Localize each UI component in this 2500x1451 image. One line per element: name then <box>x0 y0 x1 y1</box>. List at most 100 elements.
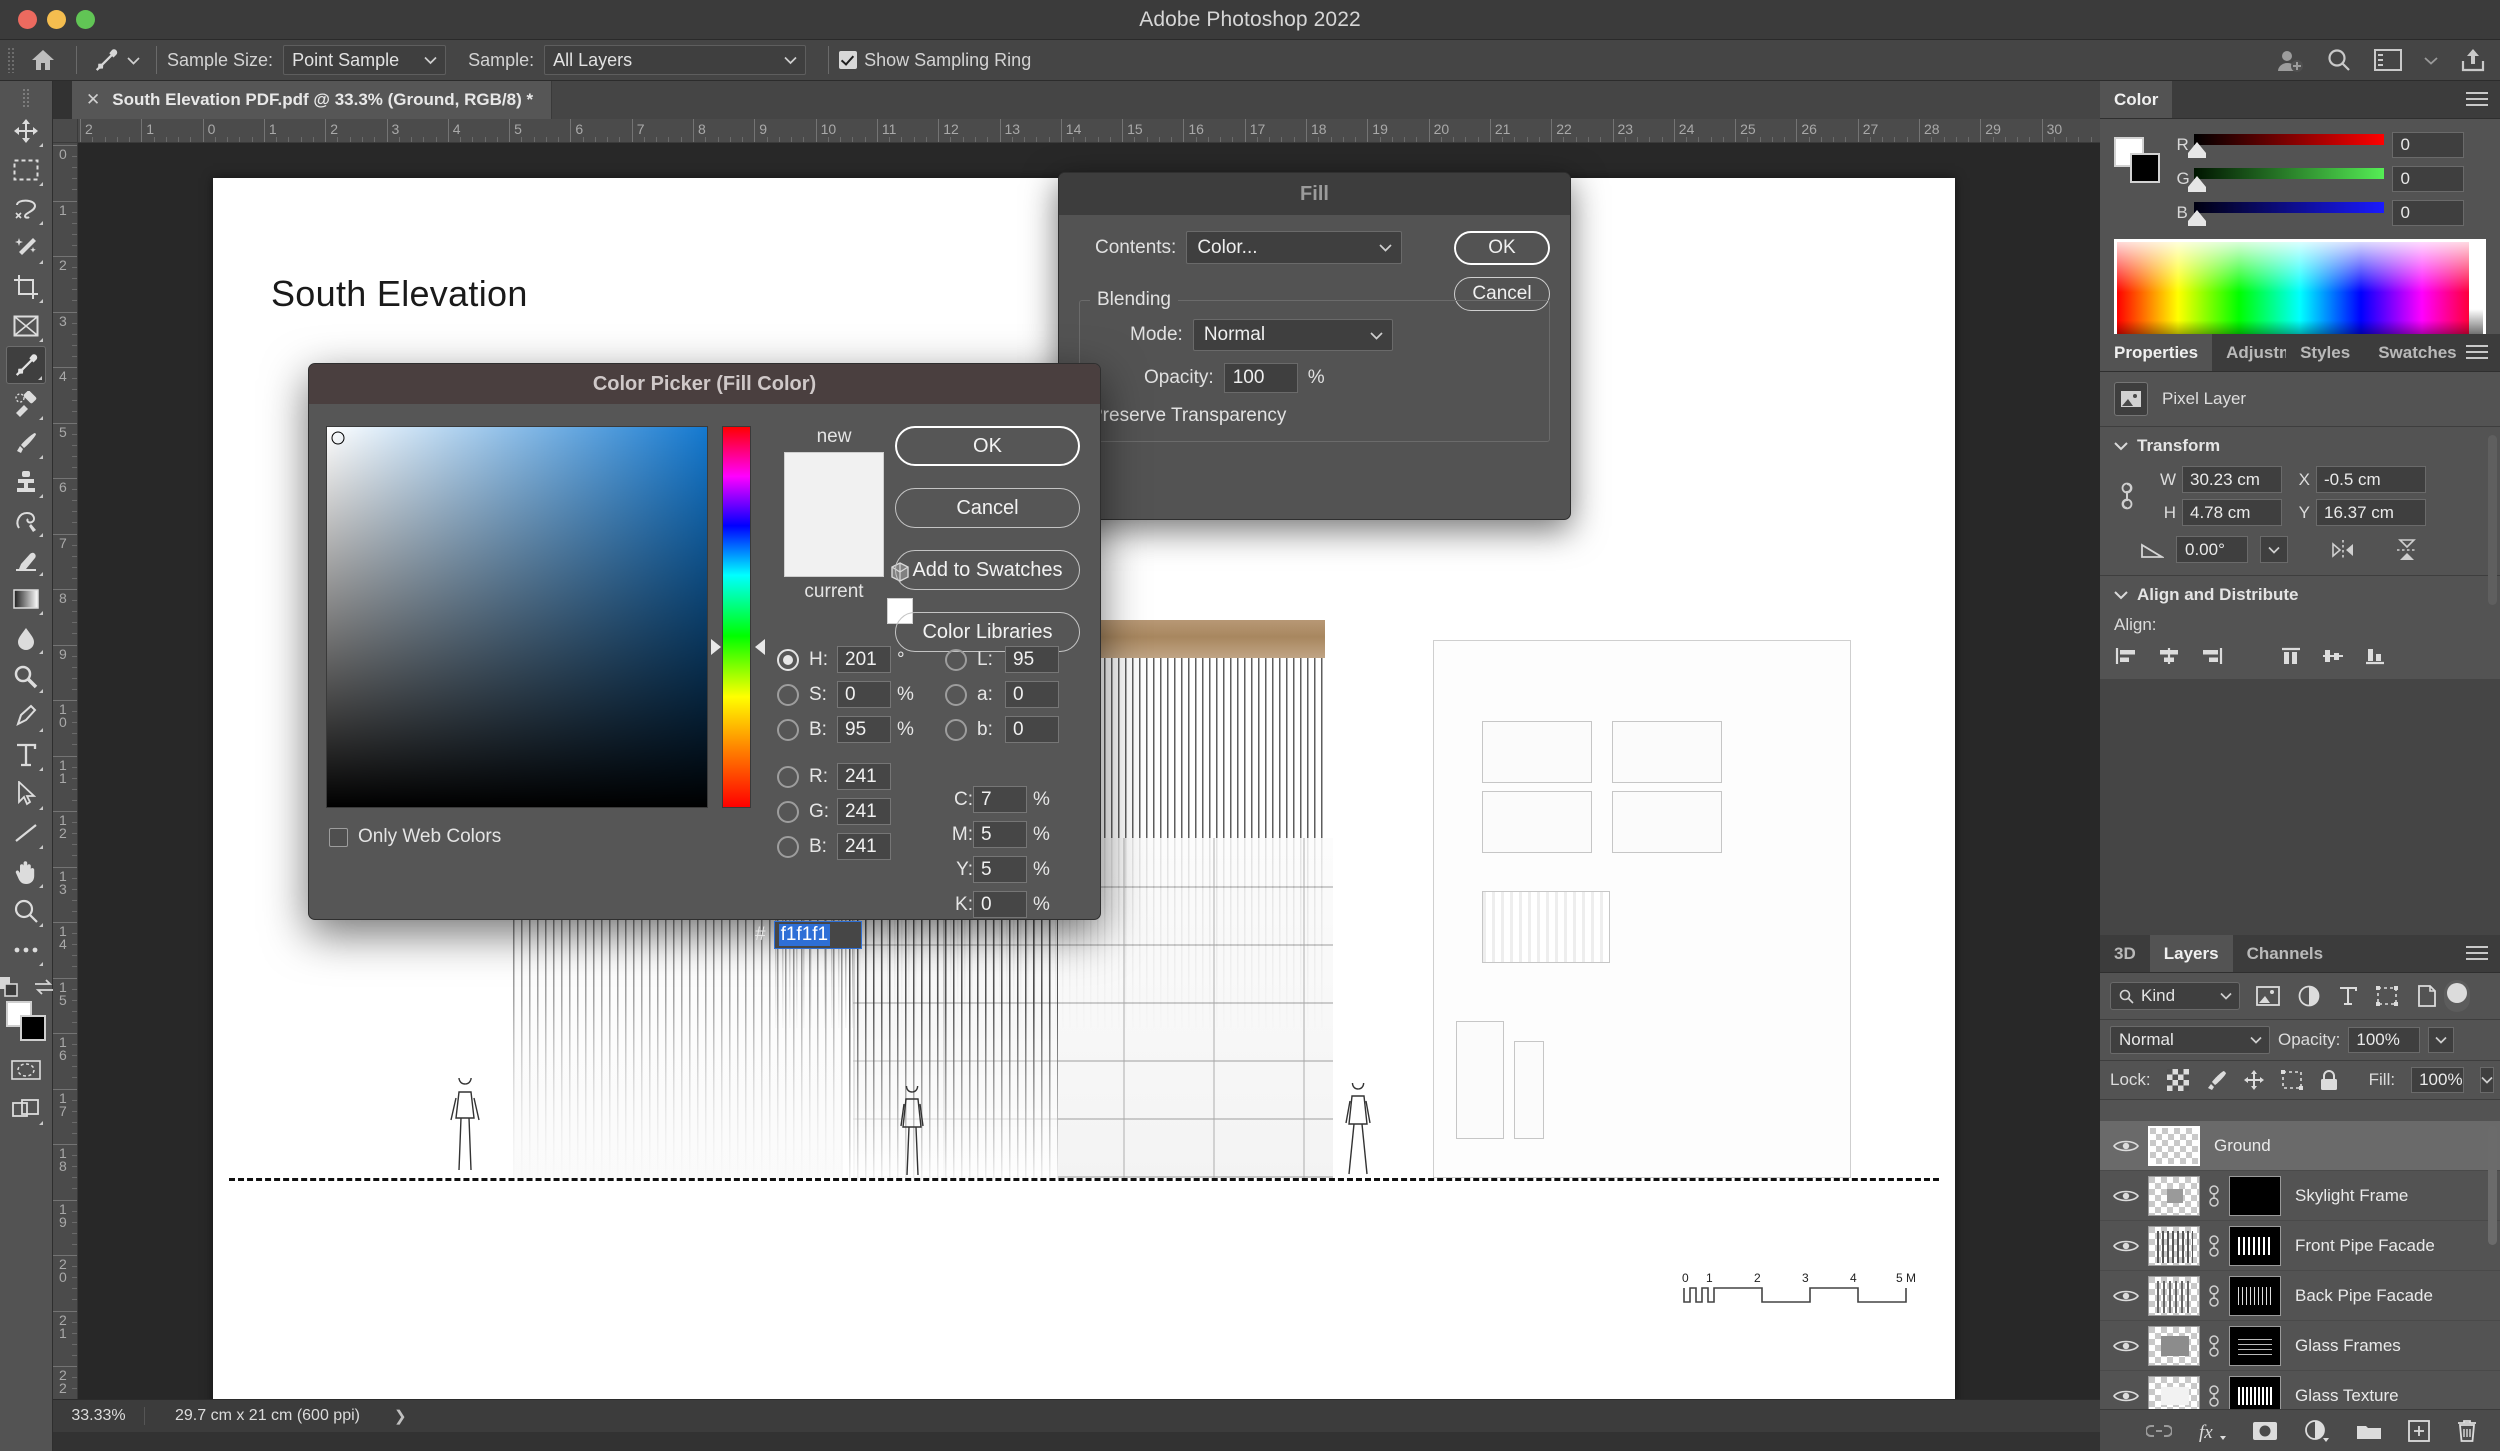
lock-transparent-pixels-icon[interactable] <box>2167 1069 2189 1091</box>
horizontal-ruler[interactable]: 2101234567891011121314151617181920212223… <box>78 119 2100 143</box>
only-web-colors-checkbox[interactable]: Only Web Colors <box>329 826 501 848</box>
channel-value-g[interactable]: 0 <box>2392 166 2464 192</box>
vertical-ruler[interactable]: 01234567891 01 11 21 31 41 51 61 71 81 9… <box>53 143 78 1399</box>
color-picker-dialog[interactable]: Color Picker (Fill Color) new current OK <box>308 363 1101 920</box>
tab-properties[interactable]: Properties <box>2100 334 2212 371</box>
color-field-input[interactable]: 7 <box>973 786 1027 813</box>
close-icon[interactable]: ✕ <box>86 90 100 110</box>
layer-row[interactable]: Ground <box>2100 1121 2500 1171</box>
quick-mask-icon[interactable] <box>6 1051 46 1089</box>
lasso-tool[interactable] <box>6 190 46 228</box>
layer-thumbnail[interactable] <box>2148 1176 2200 1216</box>
layer-mask-thumbnail[interactable] <box>2229 1376 2281 1410</box>
layer-visibility-icon[interactable] <box>2104 1188 2148 1204</box>
tab-3d[interactable]: 3D <box>2100 935 2150 972</box>
color-field-input[interactable]: 241 <box>837 763 891 790</box>
flip-vertical-icon[interactable] <box>2394 538 2420 562</box>
r-slider[interactable] <box>2194 132 2384 158</box>
channel-value-r[interactable]: 0 <box>2392 132 2464 158</box>
color-field-input[interactable]: 95 <box>1005 646 1059 673</box>
layer-mask-link-icon[interactable] <box>2205 1334 2223 1358</box>
filter-kind-select[interactable]: Kind <box>2110 982 2240 1010</box>
align-middle-vertical-icon[interactable] <box>2320 645 2346 667</box>
background-color-swatch[interactable] <box>20 1015 46 1041</box>
filter-image-icon[interactable] <box>2256 986 2280 1006</box>
channel-value-b[interactable]: 0 <box>2392 200 2464 226</box>
color-field-input[interactable]: 5 <box>973 856 1027 883</box>
edit-toolbar-more-tool[interactable] <box>6 931 46 969</box>
align-bottom-icon[interactable] <box>2362 645 2388 667</box>
align-top-icon[interactable] <box>2278 645 2304 667</box>
path-selection-tool[interactable] <box>6 775 46 813</box>
color-field-marker[interactable] <box>332 432 345 445</box>
current-tool-preview[interactable] <box>87 47 146 73</box>
color-mode-radio[interactable] <box>945 719 967 741</box>
align-right-icon[interactable] <box>2198 645 2224 667</box>
link-icon[interactable] <box>2114 481 2140 511</box>
new-layer-icon[interactable] <box>2408 1420 2430 1442</box>
tab-channels[interactable]: Channels <box>2233 935 2338 972</box>
color-mode-radio[interactable] <box>777 836 799 858</box>
hue-slider[interactable] <box>722 426 751 808</box>
blur-tool[interactable] <box>6 619 46 657</box>
layer-visibility-icon[interactable] <box>2104 1388 2148 1404</box>
share-export-icon[interactable] <box>2460 47 2486 73</box>
layer-mask-link-icon[interactable] <box>2205 1234 2223 1258</box>
magic-wand-tool[interactable] <box>6 229 46 267</box>
hand-tool[interactable] <box>6 853 46 891</box>
fill-dropdown[interactable] <box>2480 1067 2494 1093</box>
filter-smartobject-icon[interactable] <box>2416 985 2438 1007</box>
tab-swatches[interactable]: Swatches <box>2364 334 2470 371</box>
brush-tool[interactable] <box>6 424 46 462</box>
rotation-dropdown[interactable] <box>2260 536 2288 563</box>
color-picker-ok-button[interactable]: OK <box>895 426 1080 466</box>
flip-horizontal-icon[interactable] <box>2330 539 2356 561</box>
color-mode-radio[interactable] <box>777 766 799 788</box>
align-left-icon[interactable] <box>2114 645 2140 667</box>
options-bar-grip[interactable] <box>7 47 16 73</box>
move-tool[interactable] <box>6 112 46 150</box>
lock-all-icon[interactable] <box>2319 1069 2339 1091</box>
lock-position-icon[interactable] <box>2243 1069 2265 1091</box>
default-colors-icon[interactable] <box>0 976 19 998</box>
frame-tool[interactable] <box>6 307 46 345</box>
mode-select[interactable]: Normal <box>1193 319 1393 351</box>
layer-mask-thumbnail[interactable] <box>2229 1176 2281 1216</box>
hex-input[interactable]: f1f1f1 <box>774 921 862 949</box>
fx-icon[interactable]: fx <box>2198 1420 2226 1442</box>
color-field-input[interactable]: 241 <box>837 833 891 860</box>
tools-panel-grip[interactable] <box>22 88 31 108</box>
layer-thumbnail[interactable] <box>2148 1226 2200 1266</box>
x-field[interactable]: -0.5 cm <box>2316 466 2426 493</box>
zoom-level[interactable]: 33.33% <box>53 1407 145 1425</box>
color-mode-radio[interactable] <box>945 684 967 706</box>
add-to-swatches-button[interactable]: Add to Swatches <box>895 550 1080 590</box>
dodge-tool[interactable] <box>6 658 46 696</box>
color-field-input[interactable]: 0 <box>837 681 891 708</box>
tab-adjustments[interactable]: Adjustme <box>2212 334 2286 371</box>
color-mode-radio[interactable] <box>777 719 799 741</box>
background-color-swatch[interactable] <box>2130 153 2160 183</box>
zoom-tool[interactable] <box>6 892 46 930</box>
delete-layer-icon[interactable] <box>2456 1419 2478 1443</box>
color-field-input[interactable]: 0 <box>1005 681 1059 708</box>
share-user-icon[interactable] <box>2276 47 2304 73</box>
layer-list[interactable]: GroundSkylight FrameFront Pipe FacadeBac… <box>2100 1121 2500 1409</box>
layers-scrollbar[interactable] <box>2488 1125 2497 1245</box>
opacity-dropdown[interactable] <box>2428 1027 2454 1053</box>
color-mode-radio[interactable] <box>777 684 799 706</box>
crop-tool[interactable] <box>6 268 46 306</box>
pen-tool[interactable] <box>6 697 46 735</box>
panel-menu-icon[interactable] <box>2466 946 2488 964</box>
width-field[interactable]: 30.23 cm <box>2182 466 2282 493</box>
y-field[interactable]: 16.37 cm <box>2316 499 2426 526</box>
layer-visibility-icon[interactable] <box>2104 1138 2148 1154</box>
chevron-down-icon[interactable] <box>2424 56 2438 65</box>
color-panel-swatches[interactable] <box>2114 137 2160 183</box>
layer-mask-link-icon[interactable] <box>2205 1184 2223 1208</box>
fill-opacity-input[interactable]: 100 <box>1224 363 1298 393</box>
new-adjustment-layer-icon[interactable] <box>2304 1420 2330 1442</box>
layer-thumbnail[interactable] <box>2148 1376 2200 1410</box>
fill-field[interactable]: 100% <box>2411 1067 2463 1093</box>
gradient-tool[interactable] <box>6 580 46 618</box>
